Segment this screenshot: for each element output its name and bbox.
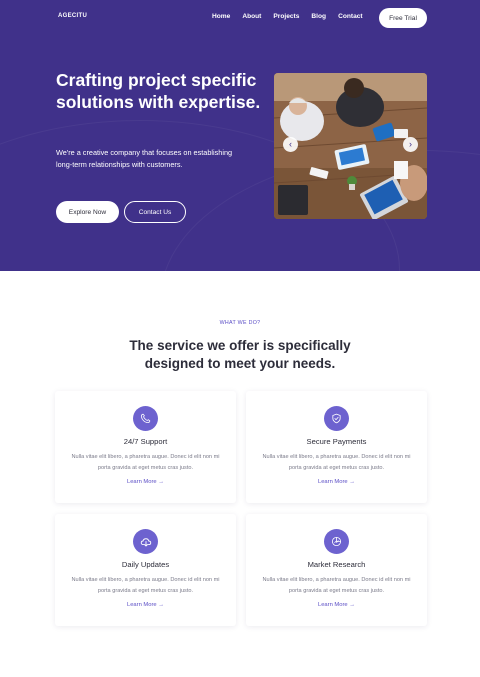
hero-section: AGECITU Home About Projects Blog Contact… xyxy=(0,0,480,271)
learn-more-link[interactable]: Learn More → xyxy=(246,602,427,608)
nav-home[interactable]: Home xyxy=(212,13,230,20)
service-card-title: 24/7 Support xyxy=(123,437,168,446)
service-card-text: Nulla vitae elit libero, a pharetra augu… xyxy=(71,577,220,594)
explore-now-button[interactable]: Explore Now xyxy=(56,201,119,223)
nav-blog[interactable]: Blog xyxy=(311,13,326,20)
service-card-text: Nulla vitae elit libero, a pharetra augu… xyxy=(262,577,411,594)
hero-image-slider: ‹ › xyxy=(274,73,427,219)
service-card-support: 24/7 Support Nulla vitae elit libero, a … xyxy=(55,391,236,503)
service-card-title: Daily Updates xyxy=(121,560,170,569)
nav-projects[interactable]: Projects xyxy=(273,13,299,20)
contact-us-button[interactable]: Contact Us xyxy=(124,201,186,223)
service-card-title: Secure Payments xyxy=(306,437,367,446)
site-logo[interactable]: AGECITU xyxy=(58,13,87,19)
hero-description: We're a creative company that focuses on… xyxy=(56,148,233,169)
service-icon-badge xyxy=(324,406,349,431)
phone-icon xyxy=(140,413,151,424)
service-icon-badge xyxy=(133,529,158,554)
service-icon-badge xyxy=(133,406,158,431)
chart-icon xyxy=(331,536,342,547)
hero-title: Crafting project specific solutions with… xyxy=(56,70,261,112)
slider-prev-button[interactable]: ‹ xyxy=(283,137,298,152)
cloud-download-icon xyxy=(140,537,151,546)
slider-next-button[interactable]: › xyxy=(403,137,418,152)
shield-icon xyxy=(332,413,341,424)
learn-more-link[interactable]: Learn More → xyxy=(55,602,236,608)
chevron-right-icon: › xyxy=(409,139,412,149)
nav-contact[interactable]: Contact xyxy=(338,13,363,20)
service-card-title: Market Research xyxy=(307,560,366,569)
nav-about[interactable]: About xyxy=(242,13,261,20)
services-title-line: The service we offer is specifically xyxy=(129,338,351,353)
services-title: The service we offer is specifically des… xyxy=(0,337,480,373)
service-card-research: Market Research Nulla vitae elit libero,… xyxy=(246,514,427,626)
service-card-payments: Secure Payments Nulla vitae elit libero,… xyxy=(246,391,427,503)
main-nav: Home About Projects Blog Contact xyxy=(212,13,363,20)
service-card-text: Nulla vitae elit libero, a pharetra augu… xyxy=(71,454,220,471)
learn-more-link[interactable]: Learn More → xyxy=(246,479,427,485)
services-title-line: designed to meet your needs. xyxy=(144,356,336,371)
learn-more-link[interactable]: Learn More → xyxy=(55,479,236,485)
service-card-text: Nulla vitae elit libero, a pharetra augu… xyxy=(262,454,411,471)
service-icon-badge xyxy=(324,529,349,554)
services-eyebrow: WHAT WE DO? xyxy=(219,320,261,326)
service-card-updates: Daily Updates Nulla vitae elit libero, a… xyxy=(55,514,236,626)
chevron-left-icon: ‹ xyxy=(289,139,292,149)
free-trial-button[interactable]: Free Trial xyxy=(379,8,427,28)
